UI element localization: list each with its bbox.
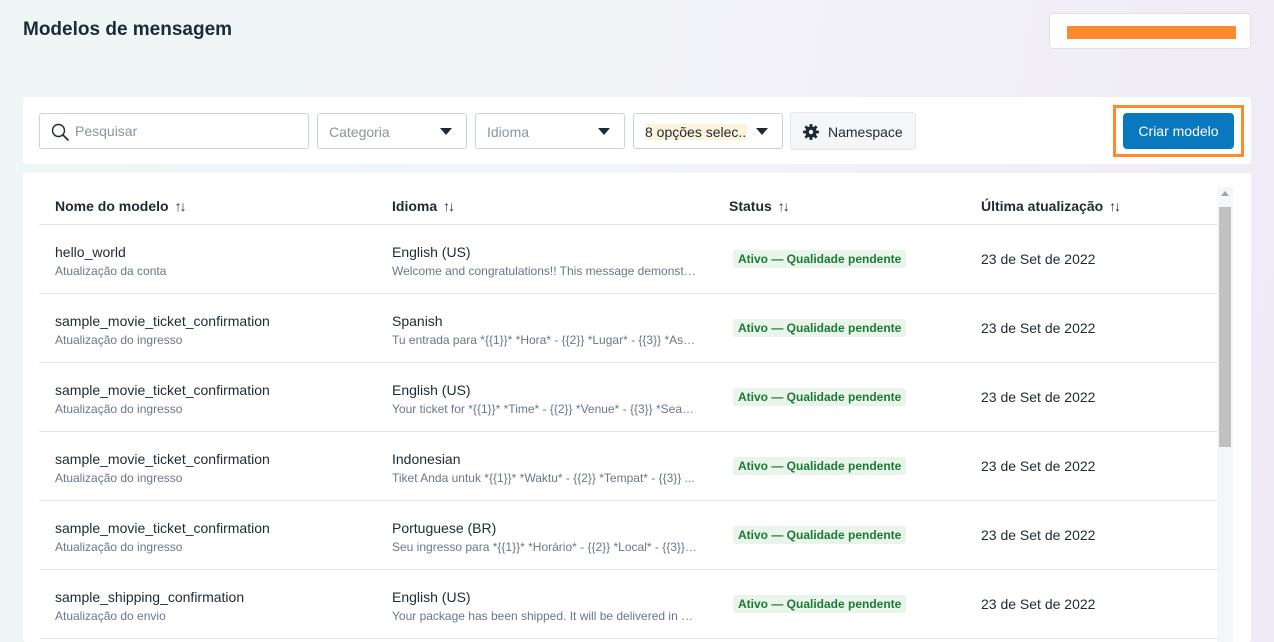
column-header-updated-label: Última atualização [981, 198, 1104, 214]
language-select[interactable]: Idioma [475, 113, 625, 149]
template-category: Atualização do ingresso [55, 333, 183, 347]
caret-down-icon [440, 128, 452, 135]
column-header-language[interactable]: Idioma ↑↓ [392, 198, 455, 214]
caret-down-icon [598, 128, 610, 135]
template-language: English (US) [392, 589, 471, 605]
template-language: Spanish [392, 313, 443, 329]
template-preview: Your package has been shipped. It will b… [392, 609, 697, 623]
template-category: Atualização do envio [55, 609, 166, 623]
column-header-name-label: Nome do modelo [55, 198, 169, 214]
column-header-status[interactable]: Status ↑↓ [729, 198, 790, 214]
table-row[interactable]: sample_movie_ticket_confirmation Atualiz… [39, 501, 1217, 570]
template-category: Atualização da conta [55, 264, 167, 278]
search-field[interactable] [39, 113, 309, 149]
column-header-language-label: Idioma [392, 198, 438, 214]
sort-icon: ↑↓ [174, 198, 187, 214]
redacted-account-name [1067, 26, 1236, 39]
sort-icon: ↑↓ [443, 198, 455, 214]
gear-icon [803, 124, 819, 140]
template-name: hello_world [55, 244, 126, 260]
sort-icon: ↑↓ [1109, 198, 1121, 214]
template-preview: Seu ingresso para *{{1}}* *Horário* - {{… [392, 540, 697, 554]
namespace-button[interactable]: Namespace [790, 112, 916, 150]
last-updated: 23 de Set de 2022 [981, 596, 1096, 612]
template-name: sample_movie_ticket_confirmation [55, 382, 270, 398]
last-updated: 23 de Set de 2022 [981, 389, 1096, 405]
status-badge: Ativo — Qualidade pendente [733, 595, 907, 613]
template-preview: Your ticket for *{{1}}* *Time* - {{2}} *… [392, 402, 697, 416]
vertical-scrollbar[interactable] [1217, 187, 1233, 642]
table-row[interactable]: sample_shipping_confirmation Atualização… [39, 570, 1217, 639]
table-row[interactable]: sample_movie_ticket_confirmation Atualiz… [39, 432, 1217, 501]
caret-down-icon [756, 128, 768, 135]
column-header-updated[interactable]: Última atualização ↑↓ [981, 198, 1121, 214]
status-select-label: 8 opções selec... [645, 124, 747, 140]
template-language: Portuguese (BR) [392, 520, 497, 536]
search-icon [51, 123, 69, 141]
filter-toolbar: Categoria Idioma 8 opções selec... Names… [23, 97, 1251, 164]
status-badge: Ativo — Qualidade pendente [733, 526, 907, 544]
template-preview: Tiket Anda untuk *{{1}}* *Waktu* - {{2}}… [392, 471, 695, 485]
last-updated: 23 de Set de 2022 [981, 320, 1096, 336]
namespace-button-label: Namespace [828, 124, 903, 140]
template-language: English (US) [392, 382, 471, 398]
account-selector[interactable] [1049, 13, 1251, 49]
create-template-button[interactable]: Criar modelo [1123, 113, 1234, 149]
status-badge: Ativo — Qualidade pendente [733, 250, 907, 268]
last-updated: 23 de Set de 2022 [981, 251, 1096, 267]
search-input[interactable] [75, 114, 303, 148]
template-category: Atualização do ingresso [55, 540, 183, 554]
status-badge: Ativo — Qualidade pendente [733, 319, 907, 337]
template-category: Atualização do ingresso [55, 471, 183, 485]
template-name: sample_movie_ticket_confirmation [55, 451, 270, 467]
sort-icon: ↑↓ [777, 198, 790, 214]
status-badge: Ativo — Qualidade pendente [733, 388, 907, 406]
template-name: sample_movie_ticket_confirmation [55, 520, 270, 536]
scroll-up-icon[interactable] [1221, 191, 1229, 196]
category-select-label: Categoria [329, 124, 390, 140]
language-select-label: Idioma [487, 124, 530, 140]
column-header-name[interactable]: Nome do modelo ↑↓ [55, 198, 187, 214]
create-template-highlight: Criar modelo [1113, 105, 1244, 157]
table-header: Nome do modelo ↑↓ Idioma ↑↓ Status ↑↓ Últim… [39, 173, 1217, 225]
template-category: Atualização do ingresso [55, 402, 183, 416]
last-updated: 23 de Set de 2022 [981, 527, 1096, 543]
template-language: English (US) [392, 244, 471, 260]
template-preview: Tu entrada para *{{1}}* *Hora* - {{2}} *… [392, 333, 697, 347]
page-title: Modelos de mensagem [23, 19, 233, 40]
table-row[interactable]: sample_movie_ticket_confirmation Atualiz… [39, 294, 1217, 363]
template-name: sample_movie_ticket_confirmation [55, 313, 270, 329]
status-badge: Ativo — Qualidade pendente [733, 457, 907, 475]
template-language: Indonesian [392, 451, 461, 467]
template-name: sample_shipping_confirmation [55, 589, 245, 605]
table-row[interactable]: hello_world Atualização da conta English… [39, 225, 1217, 294]
category-select[interactable]: Categoria [317, 113, 467, 149]
template-preview: Welcome and congratulations!! This messa… [392, 264, 697, 278]
last-updated: 23 de Set de 2022 [981, 458, 1096, 474]
templates-table: Nome do modelo ↑↓ Idioma ↑↓ Status ↑↓ Últim… [23, 173, 1251, 642]
status-select[interactable]: 8 opções selec... [633, 113, 783, 149]
table-row[interactable]: sample_movie_ticket_confirmation Atualiz… [39, 363, 1217, 432]
scrollbar-thumb[interactable] [1219, 207, 1231, 447]
column-header-status-label: Status [729, 198, 772, 214]
